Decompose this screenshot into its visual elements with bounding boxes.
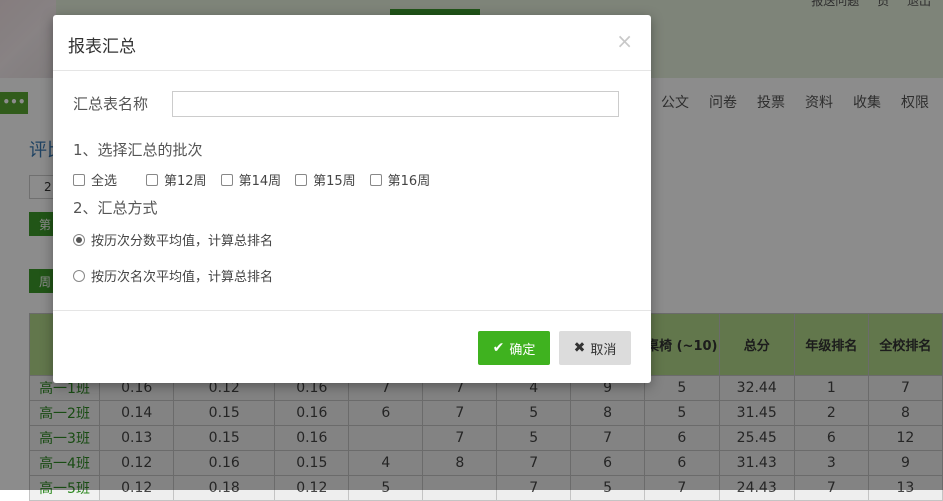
dialog-header: 报表汇总 × <box>53 15 651 71</box>
checkbox-icon[interactable] <box>295 173 308 186</box>
checkbox-icon[interactable] <box>369 173 382 186</box>
cancel-button[interactable]: ✖ 取消 <box>559 331 631 365</box>
radio-label: 按历次分数平均值，计算总排名 <box>91 234 274 249</box>
confirm-label: 确定 <box>509 342 536 358</box>
checkbox-week-12[interactable]: 第12周 <box>146 170 207 189</box>
checkbox-label: 第12周 <box>164 174 207 189</box>
batch-checkboxes: 全选 第12周 第14周 第15周 第16周 <box>73 170 444 189</box>
confirm-button[interactable]: ✔ 确定 <box>478 331 550 365</box>
cancel-label: 取消 <box>590 342 617 358</box>
checkbox-label: 第14周 <box>238 174 282 189</box>
method-section-title: 2、汇总方式 <box>73 199 158 217</box>
checkbox-label: 第15周 <box>313 174 356 189</box>
batch-section-title: 1、选择汇总的批次 <box>73 141 203 159</box>
close-x-icon: ✖ <box>573 340 586 356</box>
summary-name-input[interactable] <box>172 91 619 117</box>
checkbox-select-all[interactable]: 全选 <box>73 170 117 189</box>
checkbox-icon[interactable] <box>73 173 85 186</box>
radio-rank-average[interactable]: 按历次名次平均值，计算总排名 <box>73 266 273 285</box>
radio-icon[interactable] <box>73 269 85 282</box>
checkbox-week-16[interactable]: 第16周 <box>369 170 431 189</box>
dialog-body: 汇总表名称 1、选择汇总的批次 全选 第12周 第14周 第15周 第16周 2… <box>53 71 651 310</box>
checkbox-label: 全选 <box>91 174 118 189</box>
summary-name-label: 汇总表名称 <box>73 95 149 113</box>
checkbox-icon[interactable] <box>146 173 159 186</box>
checkbox-week-15[interactable]: 第15周 <box>295 170 356 189</box>
radio-score-average[interactable]: 按历次分数平均值，计算总排名 <box>73 230 273 249</box>
summary-report-dialog: 报表汇总 × 汇总表名称 1、选择汇总的批次 全选 第12周 第14周 第15周 <box>53 15 651 383</box>
checkbox-week-14[interactable]: 第14周 <box>220 170 282 189</box>
dialog-footer: ✔ 确定 ✖ 取消 <box>53 310 651 383</box>
close-icon[interactable]: × <box>616 29 633 53</box>
check-icon: ✔ <box>492 340 505 356</box>
dialog-title: 报表汇总 <box>68 37 136 57</box>
checkbox-icon[interactable] <box>220 173 233 186</box>
checkbox-label: 第16周 <box>387 174 431 189</box>
radio-label: 按历次名次平均值，计算总排名 <box>91 270 274 285</box>
radio-icon[interactable] <box>73 233 85 246</box>
